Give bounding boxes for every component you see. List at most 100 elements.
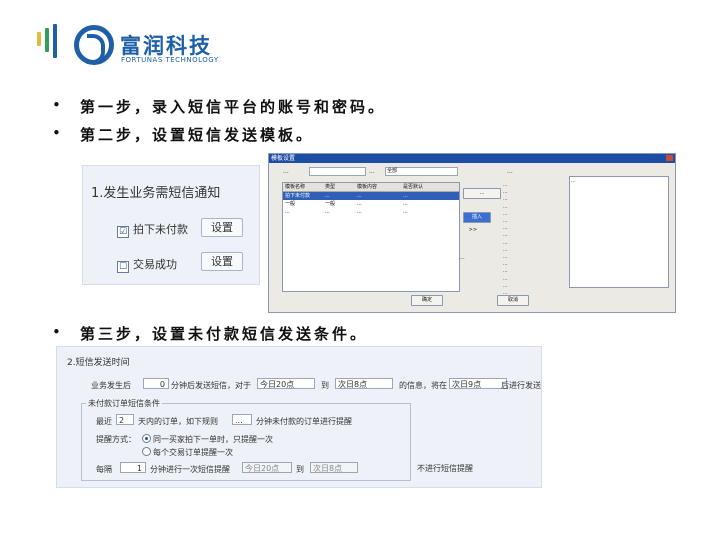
success-label: 交易成功 [133, 258, 177, 271]
bullet-step-3: • 第三步，设置未付款短信发送条件。 [52, 323, 369, 344]
list-item[interactable]: ... [503, 189, 563, 196]
table-row[interactable]: ... ... ... ... [283, 208, 459, 216]
cell: ... [357, 209, 362, 215]
interval-text: 分钟进行一次短信提醒 [150, 465, 230, 474]
list-item[interactable]: ... [503, 211, 563, 218]
filter-label: ... [283, 168, 289, 175]
list-item[interactable]: ... [503, 276, 563, 283]
insert-button[interactable]: 插入 [463, 212, 491, 223]
list-item[interactable]: ... [503, 218, 563, 225]
table-header: 模板名称 类型 模板内容 是否默认 [283, 183, 459, 192]
quiet-to-select[interactable]: 次日8点 [335, 378, 393, 389]
logo-bar-2 [45, 28, 49, 52]
success-row: ☐ 交易成功 [117, 256, 177, 273]
list-item[interactable]: ... [503, 247, 563, 254]
bullet-step-1: • 第一步，录入短信平台的账号和密码。 [52, 96, 387, 117]
cell: ... [325, 209, 330, 215]
orders-rule-text: 天内的订单，如下规则 [138, 417, 218, 426]
col-header: 是否默认 [403, 184, 424, 190]
list-item[interactable]: ... [503, 225, 563, 232]
list-item[interactable]: ... [503, 204, 563, 211]
cell: 一般 [325, 201, 336, 207]
logo-mark-icon [74, 25, 114, 65]
option-label: 同一买家拍下一单时，只提醒一次 [153, 435, 273, 444]
unpaid-row: ☑ 拍下未付款 [117, 221, 188, 238]
logo-en-text: FORTUNAS TECHNOLOGY [121, 56, 219, 64]
unpaid-remind-text: 分钟未付款的订单进行提醒 [256, 417, 352, 426]
list-item[interactable]: ... [503, 283, 563, 290]
bullet-dot: • [52, 124, 64, 142]
unpaid-checkbox[interactable]: ☑ [117, 226, 129, 238]
cell: ... [325, 193, 330, 199]
group-title: 未付款订单短信条件 [86, 398, 162, 409]
quiet-from-select[interactable]: 今日20点 [257, 378, 315, 389]
recent-days-input[interactable]: 2 [116, 414, 134, 425]
table-row[interactable]: 一般 一般 ... ... [283, 200, 459, 208]
success-checkbox[interactable]: ☐ [117, 261, 129, 273]
notify-settings-panel: 1.发生业务需短信通知 ☑ 拍下未付款 设置 ☐ 交易成功 设置 [82, 165, 260, 285]
list-item[interactable]: ... [503, 240, 563, 247]
cell: ... [357, 201, 362, 207]
panel-title: 1.发生业务需短信通知 [91, 186, 221, 201]
template-preview[interactable]: ... [569, 176, 669, 288]
variables-list: ... ... ... ... ... ... ... ... ... ... … [503, 182, 563, 297]
add-template-button[interactable]: ... [463, 188, 501, 199]
col-header: 模板名称 [285, 184, 306, 190]
radio-icon[interactable] [142, 447, 151, 456]
cell: ... [403, 193, 408, 199]
list-item[interactable]: ... [503, 232, 563, 239]
interval-input[interactable]: 1 [120, 462, 146, 473]
interval-from-select[interactable]: 今日20点 [242, 462, 292, 473]
template-editor-window: 模板设置 ... ... 全部 模板名称 类型 模板内容 是否默认 拍下未付款 … [268, 153, 676, 313]
col-header: 模板内容 [357, 184, 378, 190]
logo-bar-1 [37, 32, 41, 46]
cell: ... [403, 209, 408, 215]
remind-option-2[interactable]: 每个交易订单提醒一次 [142, 447, 233, 458]
send-time-panel: 2.短信发送时间 业务发生后 0 分钟后发送短信，对于 今日20点 到 次日8点… [56, 346, 542, 488]
remind-method-label: 提醒方式： [96, 435, 136, 444]
to-word: 到 [321, 381, 329, 390]
window-titlebar: 模板设置 [269, 154, 675, 163]
recent-label: 最近 [96, 417, 112, 426]
bullet-text: 第一步，录入短信平台的账号和密码。 [80, 98, 387, 116]
bullet-dot: • [52, 96, 64, 114]
category-label: ... [369, 168, 375, 175]
resend-at-select[interactable]: 次日9点 [449, 378, 507, 389]
filter-input[interactable] [309, 167, 366, 176]
no-remind-text: 不进行短信提醒 [417, 464, 473, 473]
delay-label: 业务发生后 [91, 381, 131, 390]
list-item[interactable]: ... [503, 261, 563, 268]
panel-title: 2.短信发送时间 [67, 358, 130, 368]
delay-text: 分钟后发送短信，对于 [171, 381, 251, 390]
send-after-text: 后进行发送 [501, 381, 541, 390]
ok-button[interactable]: 确定 [411, 295, 443, 306]
resend-text: 的信息，将在 [399, 381, 447, 390]
radio-icon[interactable] [142, 434, 151, 443]
bullet-text: 第二步，设置短信发送模板。 [80, 126, 315, 144]
category-select[interactable]: 全部 [385, 167, 458, 176]
list-item[interactable]: ... [503, 196, 563, 203]
option-label: 每个交易订单提醒一次 [153, 448, 233, 457]
more-button[interactable]: >> [463, 226, 483, 235]
unpaid-conditions-group: 未付款订单短信条件 最近 2 天内的订单，如下规则 ... 分钟未付款的订单进行… [81, 398, 411, 481]
list-item[interactable]: ... [503, 268, 563, 275]
remind-option-1[interactable]: 同一买家拍下一单时，只提醒一次 [142, 434, 273, 445]
table-row[interactable]: 拍下未付款 ... ... ... [283, 192, 459, 200]
list-item[interactable]: ... [503, 182, 563, 189]
checkbox-label[interactable]: ... [459, 254, 465, 261]
to-word: 到 [296, 465, 304, 474]
cancel-button[interactable]: 取消 [497, 295, 529, 306]
rule-select[interactable]: ... [232, 414, 252, 425]
unpaid-settings-button[interactable]: 设置 [201, 218, 243, 237]
cell: ... [357, 193, 362, 199]
template-table: 模板名称 类型 模板内容 是否默认 拍下未付款 ... ... ... 一般 一… [282, 182, 460, 292]
cell: ... [403, 201, 408, 207]
bullet-dot: • [52, 323, 64, 341]
success-settings-button[interactable]: 设置 [201, 252, 243, 271]
delay-minutes-input[interactable]: 0 [143, 378, 169, 389]
bullet-text: 第三步，设置未付款短信发送条件。 [80, 325, 369, 343]
interval-to-select[interactable]: 次日8点 [310, 462, 358, 473]
bullet-step-2: • 第二步，设置短信发送模板。 [52, 124, 315, 145]
close-icon[interactable] [666, 155, 673, 161]
list-item[interactable]: ... [503, 254, 563, 261]
